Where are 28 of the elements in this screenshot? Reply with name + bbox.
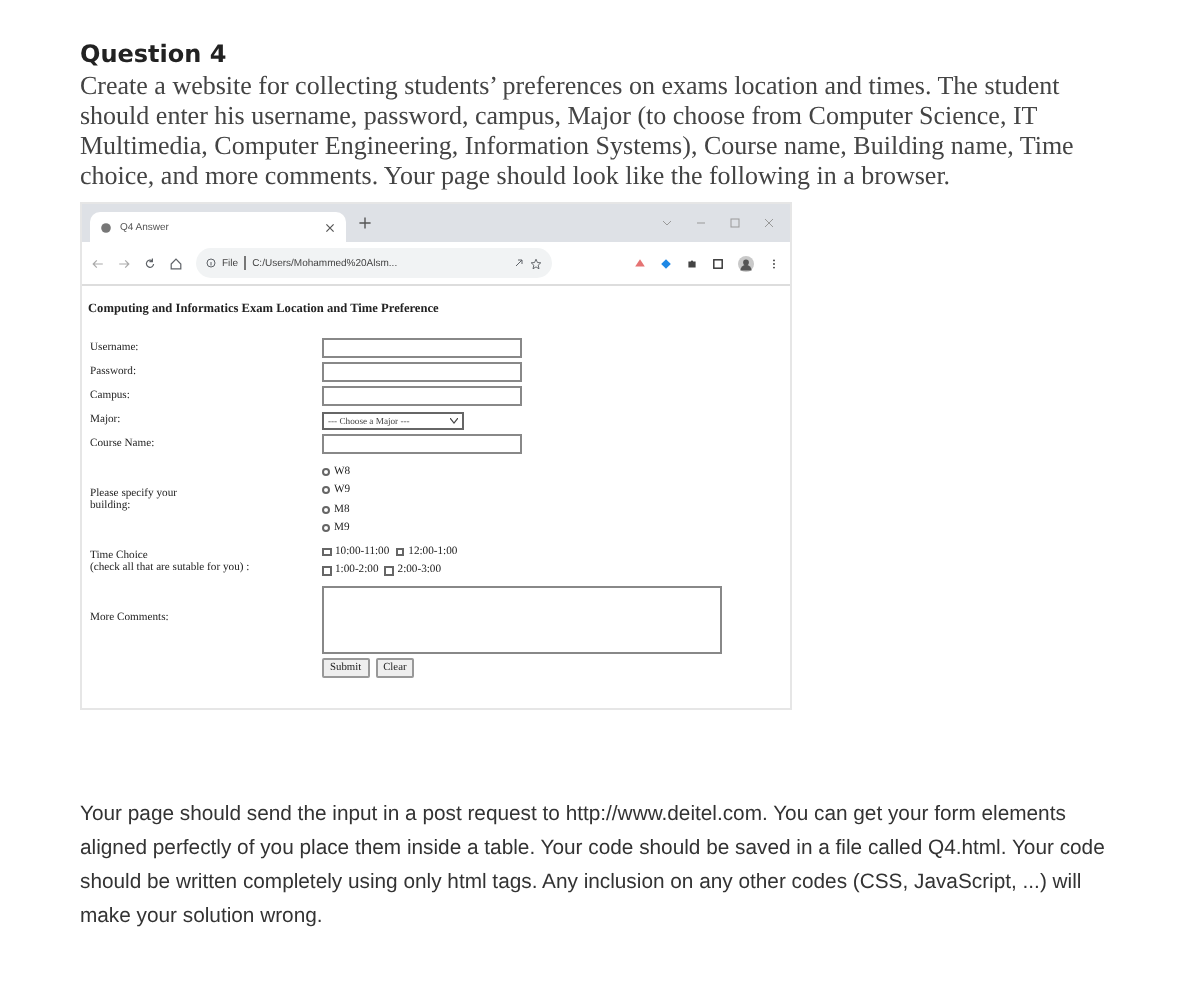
comments-textarea[interactable] (322, 586, 722, 654)
caret-icon (450, 417, 458, 423)
radio-button[interactable] (322, 524, 330, 533)
extension-icon[interactable] (660, 257, 672, 269)
extension-icon[interactable] (634, 257, 646, 269)
radio-button[interactable] (322, 467, 330, 476)
question-text: Create a website for collecting students’ preferences on exams location and times. The student should enter his username, password, campus, Major (to choose from Computer Science, IT Multimedia, Computer Engineering, Information Systems), Course name, Building name, Time choice, and more comments. Your page should look like the following in a browser. (80, 70, 1076, 190)
sidebar-icon[interactable] (712, 257, 724, 269)
text-field[interactable] (322, 338, 522, 358)
star-icon[interactable] (530, 257, 542, 269)
question-title: Question 4 (80, 40, 229, 68)
checkbox[interactable] (322, 566, 331, 575)
radio-button[interactable] (322, 486, 330, 495)
close-icon[interactable] (324, 221, 336, 233)
avatar-icon[interactable] (738, 255, 754, 271)
reload-icon[interactable] (144, 257, 156, 269)
text-field[interactable] (322, 362, 522, 382)
info-icon[interactable] (206, 258, 216, 268)
radio-button[interactable] (322, 505, 330, 514)
checkbox[interactable] (322, 547, 331, 556)
home-icon[interactable] (170, 257, 182, 269)
new-tab-icon[interactable] (358, 216, 372, 230)
text-field[interactable] (322, 434, 522, 454)
instructions-text: Your page should send the input in a post request to http://www.deitel.com. You can get your form elements aligned perfectly of you place them inside a table. Your code should be saved in a file called Q4.html. Your code should be written completely using only html tags. Any inclusion on any other codes (CSS, JavaScript, ...) will make your solution wrong. (80, 802, 1107, 932)
share-icon[interactable] (514, 258, 524, 268)
checkbox[interactable] (395, 547, 405, 556)
text-field[interactable] (322, 386, 522, 406)
checkbox[interactable] (384, 566, 394, 575)
